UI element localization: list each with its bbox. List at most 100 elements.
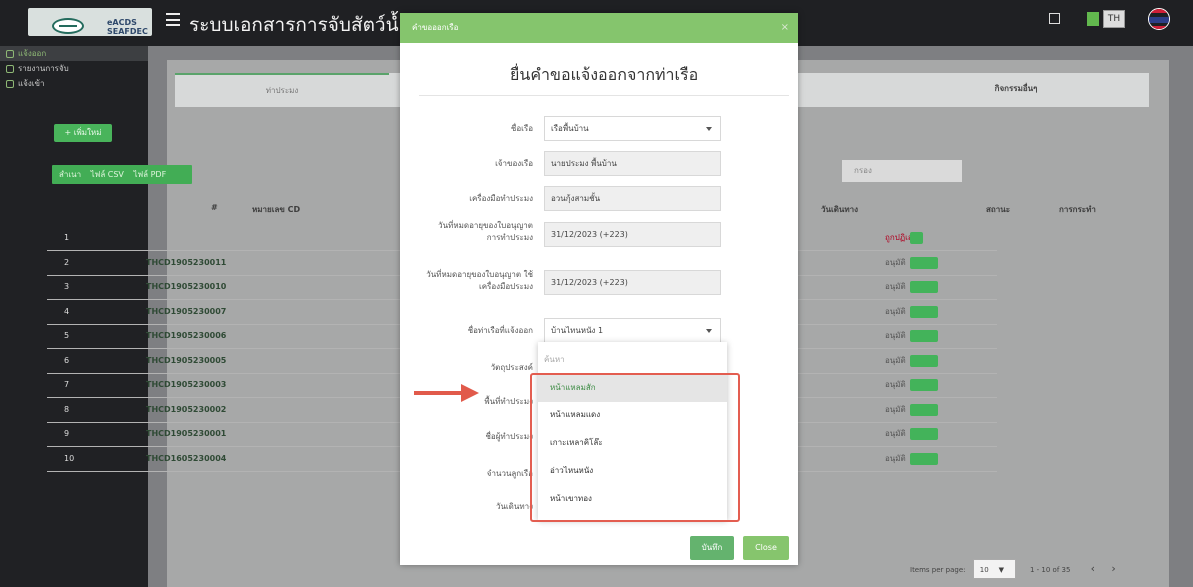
status-badge: อนุมัติ	[885, 429, 906, 438]
status-badge: อนุมัติ	[885, 453, 906, 463]
purpose-label: วัตถุประสงค์	[490, 363, 533, 372]
language-button[interactable]: TH	[1103, 10, 1125, 28]
status-badge: อนุมัติ	[885, 282, 906, 291]
row-number: 9	[64, 429, 70, 438]
print-info-button[interactable]	[910, 330, 938, 342]
print-info-button[interactable]	[910, 354, 938, 367]
fish-logo-icon	[52, 18, 84, 34]
row-number: 4	[64, 306, 70, 316]
boat-name-label: ชื่อเรือ	[510, 124, 533, 133]
pdf-button[interactable]: ไฟล์ PDF	[133, 170, 166, 179]
sidebar-item-arrival[interactable]: แจ้งเข้า	[0, 76, 148, 91]
menu-icon[interactable]	[166, 13, 180, 26]
modal-divider	[419, 95, 789, 96]
anchor-icon	[6, 80, 14, 88]
departure-port-label: ชื่อท่าเรือที่แจ้งออก	[467, 326, 533, 335]
column-cd: หมายเลข CD	[252, 205, 301, 214]
cd-number: THCD1905230007	[146, 306, 227, 316]
chevron-down-icon: ▼	[998, 566, 1005, 574]
departure-port-select[interactable]: บ้านไทนหนัง 1	[544, 318, 721, 343]
cd-number: THCD1905230010	[146, 282, 227, 291]
page-title: ระบบเอกสารการจับสัตว์น้ำ	[189, 14, 410, 36]
license-label: วันที่หมดอายุของใบอนุญาต การทำประมง	[438, 221, 533, 242]
dropdown-search-input[interactable]: ค้นหา	[544, 353, 565, 366]
modal-title: ยื่นคำขอแจ้งออกจากท่าเรือ	[510, 65, 699, 84]
filter-input[interactable]: กรอง	[842, 160, 962, 182]
crew-label: จำนวนลูกเรือ	[486, 469, 533, 478]
chevron-down-icon	[706, 329, 712, 333]
cd-number: THCD1905230002	[146, 404, 227, 414]
row-number: 1	[64, 233, 70, 242]
print-info-button[interactable]	[910, 428, 938, 440]
previous-page-icon[interactable]: ‹	[1091, 562, 1095, 575]
fisher-name-label: ชื่อผู้ทำประมง	[485, 432, 533, 441]
modal-header: คำขอออกเรือ ×	[400, 13, 798, 43]
column-status: สถานะ	[986, 205, 1010, 214]
column-number: #	[211, 203, 218, 212]
column-date: วันเดินทาง	[821, 205, 859, 214]
status-badge: อนุมัติ	[885, 306, 906, 316]
save-button[interactable]: บันทึก	[690, 536, 734, 560]
chevron-down-icon	[706, 127, 712, 131]
status-badge: อนุมัติ	[885, 404, 906, 414]
sidebar-item-departure[interactable]: แจ้งออก	[0, 46, 148, 61]
highlight-box	[530, 373, 740, 522]
print-info-button[interactable]	[910, 379, 938, 391]
items-per-page-select[interactable]: 10 ▼	[972, 559, 1016, 579]
departure-date-label: วันเดินทาง	[495, 502, 533, 511]
sidebar-item-catch-report[interactable]: รายงานการจับ	[0, 61, 148, 76]
cd-number: THCD1905230003	[146, 380, 227, 389]
boat-name-select[interactable]: เรือพื้นบ้าน	[544, 116, 721, 141]
gear-license-field: 31/12/2023 (+223)	[544, 270, 721, 295]
tab-other-activities[interactable]: กิจกรรมอื่นๆ	[961, 73, 1071, 107]
row-number: 3	[64, 282, 70, 291]
row-number: 5	[64, 331, 70, 340]
row-number: 10	[64, 453, 75, 463]
cd-number: THCD1605230004	[146, 453, 227, 463]
info-button[interactable]	[910, 232, 923, 244]
cd-number: THCD1905230006	[146, 331, 227, 340]
print-info-button[interactable]	[910, 281, 938, 293]
copy-button[interactable]: สำเนา	[59, 170, 81, 179]
thailand-flag-icon[interactable]	[1148, 8, 1170, 30]
document-icon	[6, 65, 14, 73]
close-icon[interactable]: ×	[781, 13, 789, 43]
row-number: 2	[64, 257, 70, 267]
status-badge: อนุมัติ	[885, 257, 906, 267]
next-page-icon[interactable]: ›	[1111, 562, 1115, 575]
print-info-button[interactable]	[910, 403, 938, 416]
gear-license-label: วันที่หมดอายุของใบอนุญาต ใช้เครื่องมือปร…	[426, 270, 533, 291]
gear-label: เครื่องมือทำประมง	[469, 194, 533, 203]
cd-number: THCD1905230005	[146, 355, 227, 365]
page-range: 1 - 10 of 35	[1029, 566, 1071, 574]
export-buttons: สำเนา ไฟล์ CSV ไฟล์ PDF	[52, 165, 192, 184]
status-badge: อนุมัติ	[885, 355, 906, 365]
print-info-button[interactable]	[910, 452, 938, 465]
print-info-button[interactable]	[910, 256, 938, 269]
license-field: 31/12/2023 (+223)	[544, 222, 721, 247]
column-actions: การกระทำ	[1059, 205, 1096, 214]
items-per-page-label: Items per page:	[910, 566, 966, 574]
cd-number: THCD1905230011	[146, 257, 227, 267]
owner-label: เจ้าของเรือ	[495, 159, 533, 168]
logo: eACDS SEAFDEC	[28, 8, 152, 36]
row-number: 7	[64, 380, 70, 389]
csv-button[interactable]: ไฟล์ CSV	[91, 170, 124, 179]
gear-field: อวนกุ้งสามชั้น	[544, 186, 721, 211]
row-number: 8	[64, 404, 70, 414]
annotation-arrow-icon	[414, 384, 482, 402]
gear-icon	[6, 50, 14, 58]
add-new-button[interactable]: + เพิ่มใหม่	[54, 124, 112, 142]
close-button[interactable]: Close	[743, 536, 789, 560]
external-link-icon[interactable]	[1049, 13, 1060, 24]
status-badge: อนุมัติ	[885, 380, 906, 389]
cd-number: THCD1905230001	[146, 429, 227, 438]
print-info-button[interactable]	[910, 305, 938, 318]
logo-text: eACDS SEAFDEC	[107, 18, 148, 36]
language-indicator[interactable]	[1087, 12, 1099, 26]
row-number: 6	[64, 355, 70, 365]
owner-field: นายประมง พื้นบ้าน	[544, 151, 721, 176]
status-badge: อนุมัติ	[885, 331, 906, 340]
tab-fishing-port[interactable]: ท่าประมง	[175, 73, 389, 107]
pagination: Items per page: 10 ▼ 1 - 10 of 35 ‹ ›	[910, 559, 1158, 579]
